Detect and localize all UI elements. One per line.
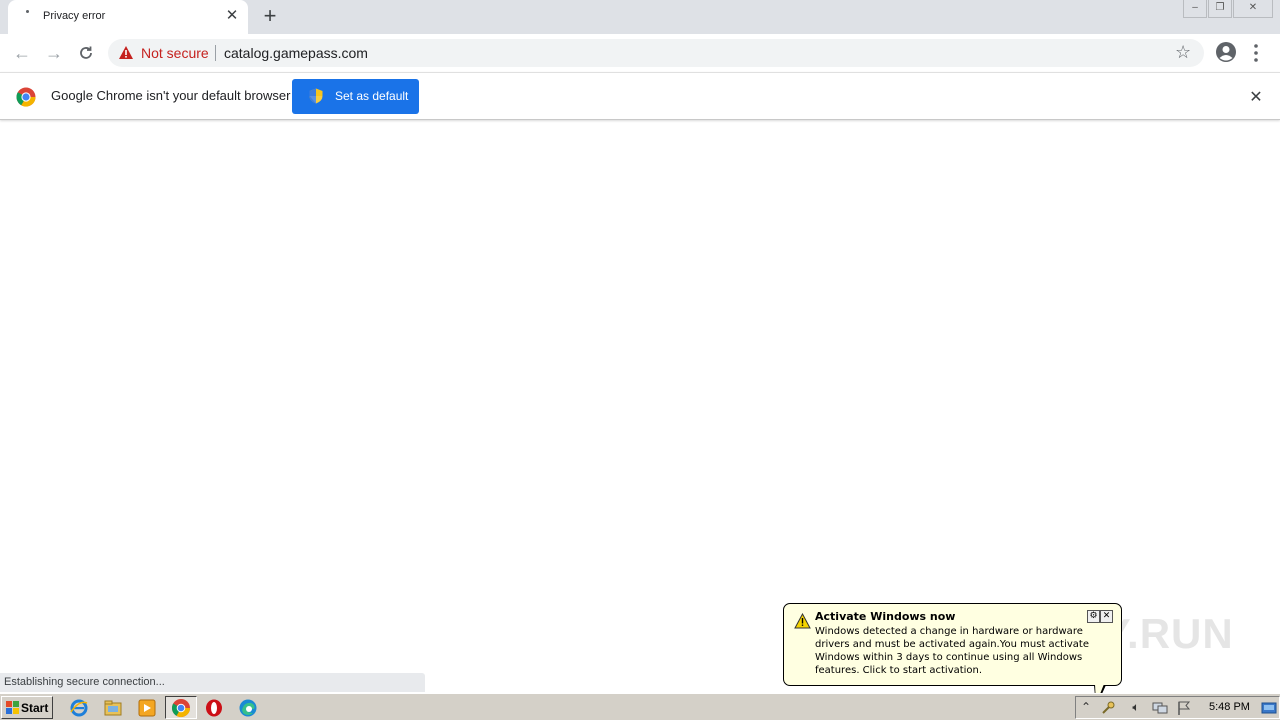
reload-button[interactable] (75, 42, 97, 64)
omnibox-separator (215, 45, 216, 61)
internet-explorer-icon[interactable] (69, 698, 89, 718)
set-as-default-label: Set as default (335, 89, 409, 103)
minimize-button[interactable]: – (1183, 0, 1207, 18)
default-browser-infobar: Google Chrome isn't your default browser… (0, 72, 1280, 120)
infobar-close-icon[interactable]: ✕ (1248, 87, 1264, 106)
clock[interactable]: 5:48 PM (1209, 701, 1250, 713)
address-bar[interactable]: Not secure catalog.gamepass.com ☆ (108, 39, 1204, 67)
reload-icon (80, 46, 92, 59)
url-text[interactable]: catalog.gamepass.com (224, 45, 368, 61)
action-center-flag-icon[interactable] (1176, 700, 1192, 716)
set-as-default-button[interactable]: Set as default (292, 79, 419, 114)
profile-avatar-icon[interactable] (1215, 41, 1237, 63)
bookmark-star-icon[interactable]: ☆ (1175, 42, 1191, 63)
network-icon[interactable] (1152, 700, 1168, 716)
balloon-title: Activate Windows now (815, 610, 956, 623)
activate-windows-balloon[interactable]: Activate Windows now Windows detected a … (783, 603, 1122, 707)
infobar-message: Google Chrome isn't your default browser (51, 88, 291, 103)
tab-close-icon[interactable]: ✕ (224, 8, 240, 24)
back-button[interactable]: ← (11, 42, 33, 64)
windows-flag-icon (6, 701, 19, 714)
balloon-message[interactable]: Windows detected a change in hardware or… (815, 625, 1115, 677)
restore-button[interactable]: ❐ (1208, 0, 1232, 18)
chrome-logo-icon (16, 87, 36, 107)
chrome-icon (171, 699, 190, 718)
security-label[interactable]: Not secure (141, 45, 209, 61)
tab-strip: Privacy error ✕ + – ❐ ✕ (0, 0, 1280, 34)
chrome-taskbar-button[interactable] (165, 696, 197, 719)
system-tray: ⌃ 🔈︎ 5:48 PM (1075, 696, 1280, 719)
start-label: Start (21, 701, 49, 715)
opera-icon[interactable] (204, 698, 224, 718)
start-button[interactable]: Start (1, 696, 53, 719)
volume-icon[interactable]: 🔈︎ (1128, 700, 1144, 716)
new-tab-button[interactable]: + (260, 5, 280, 28)
browser-toolbar: ← → Not secure catalog.gamepass.com ☆ (0, 34, 1280, 72)
forward-button[interactable]: → (43, 42, 65, 64)
status-bubble: Establishing secure connection... (0, 673, 425, 692)
menu-kebab-icon[interactable] (1253, 43, 1259, 63)
file-explorer-icon[interactable] (103, 698, 123, 718)
tab-title: Privacy error (43, 10, 106, 22)
close-window-button[interactable]: ✕ (1233, 0, 1273, 18)
balloon-options-icon[interactable]: ⚙ (1087, 610, 1100, 623)
edge-icon[interactable] (238, 698, 258, 718)
warning-icon[interactable] (118, 45, 134, 60)
loading-favicon-icon (26, 10, 29, 13)
show-hidden-icons-icon[interactable]: ⌃ (1078, 700, 1094, 716)
balloon-close-icon[interactable]: ✕ (1100, 610, 1113, 623)
tab-privacy-error[interactable]: Privacy error ✕ (8, 0, 248, 34)
show-desktop-icon[interactable] (1261, 700, 1277, 716)
activation-key-icon[interactable] (1100, 700, 1116, 716)
balloon-warning-icon (794, 613, 811, 629)
media-player-icon[interactable] (137, 698, 157, 718)
uac-shield-icon (309, 88, 323, 104)
taskbar: Start ⌃ 🔈︎ 5:48 PM (0, 693, 1280, 720)
